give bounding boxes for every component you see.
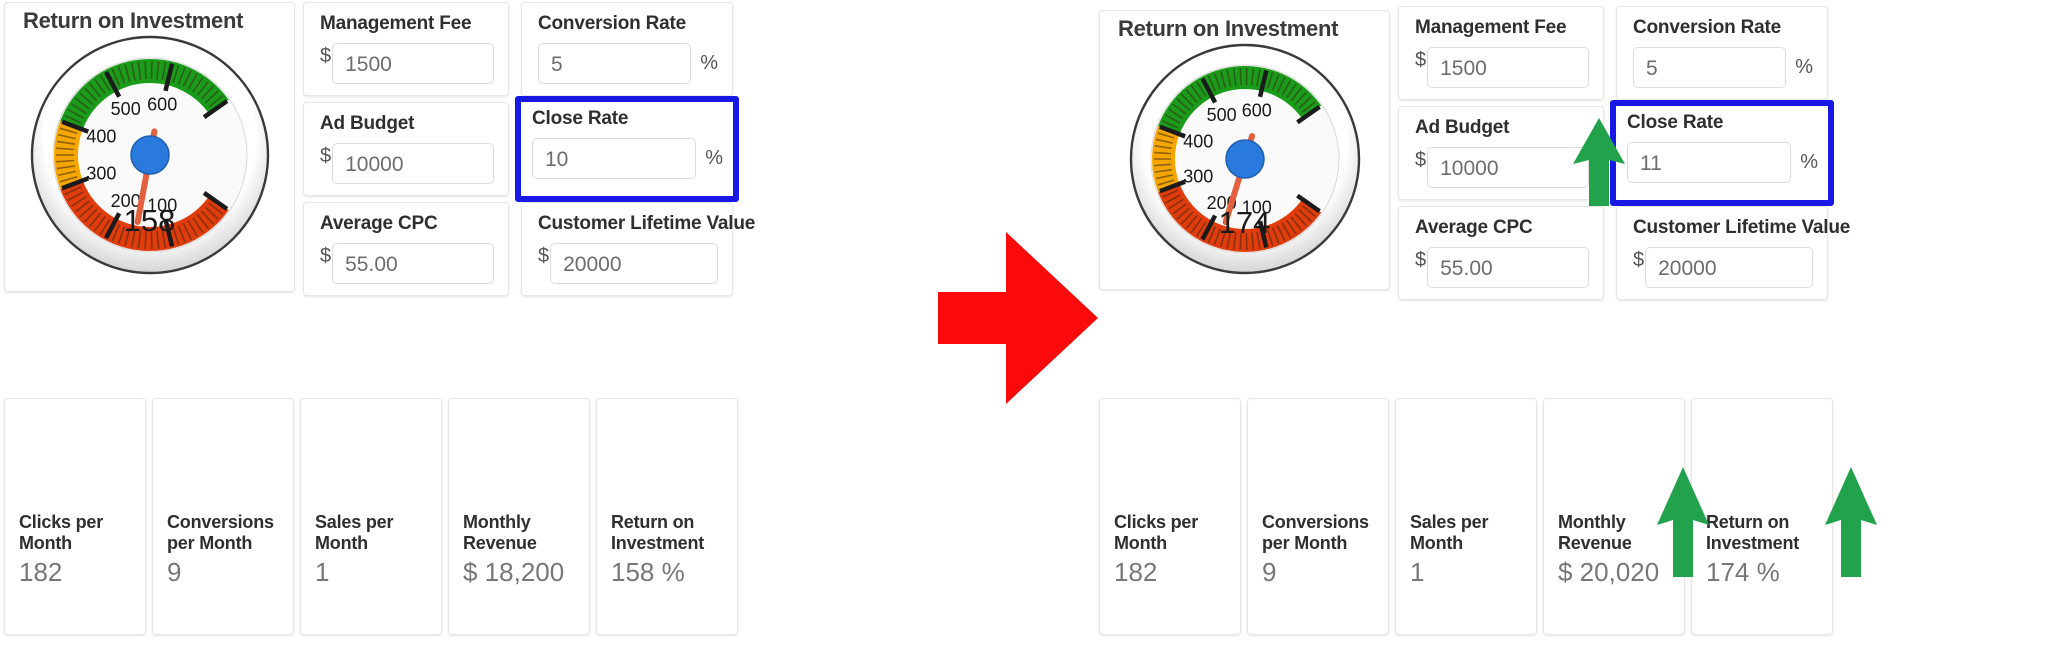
kpi-label-monthly-revenue: Monthly Revenue — [463, 512, 537, 554]
field-card-close-rate[interactable]: Close Rate 11 % — [1610, 100, 1834, 206]
gauge-svg: 100200300400500 600 — [1129, 43, 1361, 275]
field-label-close-rate: Close Rate — [532, 108, 629, 129]
roi-gauge: 100 200 300 400 500 600 — [5, 29, 294, 291]
customer-lifetime-value-input[interactable]: 20000 — [1645, 247, 1813, 288]
kpi-value-conversions-per-month: 9 — [1262, 557, 1277, 587]
svg-text:600: 600 — [147, 94, 177, 114]
percent-suffix-icon: % — [1800, 151, 1818, 173]
kpi-card-clicks-per-month: Clicks per Month 182 — [4, 398, 146, 635]
gauge-value-label: 174 — [1218, 205, 1271, 240]
kpi-card-sales-per-month: Sales per Month 1 — [1395, 398, 1537, 635]
field-card-average-cpc[interactable]: Average CPC $ 55.00 — [1398, 206, 1604, 300]
ad-budget-input[interactable]: 10000 — [1427, 147, 1589, 188]
field-label-average-cpc: Average CPC — [1415, 217, 1533, 238]
kpi-label-sales-per-month: Sales per Month — [315, 512, 394, 554]
currency-prefix-icon: $ — [1415, 149, 1427, 171]
conversion-rate-input[interactable]: 5 — [538, 43, 692, 84]
kpi-card-conversions-per-month: Conversions per Month 9 — [152, 398, 294, 635]
field-label-customer-lifetime-value: Customer Lifetime Value — [538, 213, 756, 234]
field-label-close-rate: Close Rate — [1627, 112, 1724, 133]
field-label-ad-budget: Ad Budget — [320, 113, 415, 134]
kpi-value-conversions-per-month: 9 — [167, 557, 182, 587]
kpi-label-return-on-investment: Return on Investment — [1706, 512, 1800, 554]
percent-suffix-icon: % — [1795, 56, 1813, 78]
kpi-label-clicks-per-month: Clicks per Month — [19, 512, 104, 554]
kpi-label-sales-per-month: Sales per Month — [1410, 512, 1489, 554]
kpi-value-monthly-revenue: $ 20,020 — [1558, 557, 1660, 587]
field-card-customer-lifetime-value[interactable]: Customer Lifetime Value $ 20000 — [1616, 206, 1850, 300]
field-card-conversion-rate[interactable]: Conversion Rate 5 % — [1616, 6, 1828, 100]
average-cpc-input[interactable]: 55.00 — [1427, 247, 1589, 288]
kpi-label-clicks-per-month: Clicks per Month — [1114, 512, 1199, 554]
customer-lifetime-value-input[interactable]: 20000 — [550, 243, 718, 284]
svg-text:600: 600 — [1242, 100, 1272, 120]
kpi-card-monthly-revenue: Monthly Revenue $ 18,200 — [448, 398, 590, 635]
field-card-ad-budget[interactable]: Ad Budget $ 10000 — [303, 102, 509, 196]
conversion-rate-input[interactable]: 5 — [1633, 47, 1787, 88]
currency-prefix-icon: $ — [1633, 249, 1645, 271]
kpi-value-clicks-per-month: 182 — [19, 557, 63, 587]
green-up-arrow-icon — [1573, 118, 1625, 206]
kpi-card-return-on-investment: Return on Investment 158 % — [596, 398, 738, 635]
green-up-arrow-icon — [1657, 467, 1709, 577]
field-card-customer-lifetime-value[interactable]: Customer Lifetime Value $ 20000 — [521, 202, 755, 296]
percent-suffix-icon: % — [700, 52, 718, 74]
currency-prefix-icon: $ — [1415, 49, 1427, 71]
svg-text:300: 300 — [1183, 167, 1213, 187]
kpi-value-return-on-investment: 158 % — [611, 557, 685, 587]
after-state-panel: Return on Investment 100 200 300 400 500 600 — [1095, 0, 2048, 649]
percent-suffix-icon: % — [705, 147, 723, 169]
currency-prefix-icon: $ — [1415, 249, 1427, 271]
svg-text:400: 400 — [86, 127, 116, 147]
currency-prefix-icon: $ — [320, 45, 332, 67]
management-fee-input[interactable]: 1500 — [332, 43, 494, 84]
average-cpc-input[interactable]: 55.00 — [332, 243, 494, 284]
field-label-management-fee: Management Fee — [320, 13, 472, 34]
svg-text:400: 400 — [1183, 131, 1213, 151]
field-card-management-fee[interactable]: Management Fee $ 1500 — [1398, 6, 1604, 100]
kpi-card-sales-per-month: Sales per Month 1 — [300, 398, 442, 635]
red-right-arrow-icon — [938, 232, 1098, 404]
gauge-value-label: 158 — [123, 203, 176, 238]
kpi-value-sales-per-month: 1 — [1410, 557, 1425, 587]
kpi-value-sales-per-month: 1 — [315, 557, 330, 587]
field-label-average-cpc: Average CPC — [320, 213, 438, 234]
gauge-svg: 100200300400500 600 — [30, 35, 270, 275]
roi-gauge: 100 200 300 400 500 600 — [1100, 37, 1389, 289]
kpi-card-conversions-per-month: Conversions per Month 9 — [1247, 398, 1389, 635]
kpi-value-clicks-per-month: 182 — [1114, 557, 1158, 587]
close-rate-input[interactable]: 11 — [1627, 142, 1792, 183]
roi-gauge-card: Return on Investment 100 200 300 400 500 600 — [1099, 10, 1390, 290]
currency-prefix-icon: $ — [320, 145, 332, 167]
kpi-label-conversions-per-month: Conversions per Month — [1262, 512, 1369, 554]
kpi-value-monthly-revenue: $ 18,200 — [463, 557, 565, 587]
field-card-management-fee[interactable]: Management Fee $ 1500 — [303, 2, 509, 96]
kpi-card-clicks-per-month: Clicks per Month 182 — [1099, 398, 1241, 635]
ad-budget-input[interactable]: 10000 — [332, 143, 494, 184]
svg-text:300: 300 — [86, 163, 116, 183]
green-up-arrow-icon — [1825, 467, 1877, 577]
field-label-customer-lifetime-value: Customer Lifetime Value — [1633, 217, 1851, 238]
kpi-card-return-on-investment: Return on Investment 174 % — [1691, 398, 1833, 635]
field-card-conversion-rate[interactable]: Conversion Rate 5 % — [521, 2, 733, 96]
kpi-label-conversions-per-month: Conversions per Month — [167, 512, 274, 554]
kpi-label-return-on-investment: Return on Investment — [611, 512, 705, 554]
management-fee-input[interactable]: 1500 — [1427, 47, 1589, 88]
roi-gauge-card: Return on Investment 100 200 300 400 500 600 — [4, 2, 295, 292]
field-card-average-cpc[interactable]: Average CPC $ 55.00 — [303, 202, 509, 296]
field-label-management-fee: Management Fee — [1415, 17, 1567, 38]
svg-text:500: 500 — [1207, 105, 1237, 125]
kpi-value-return-on-investment: 174 % — [1706, 557, 1780, 587]
field-label-conversion-rate: Conversion Rate — [1633, 17, 1781, 38]
field-label-ad-budget: Ad Budget — [1415, 117, 1510, 138]
svg-text:500: 500 — [111, 99, 141, 119]
before-state-panel: Return on Investment 100 200 300 400 500 600 — [0, 0, 955, 649]
field-card-close-rate[interactable]: Close Rate 10 % — [515, 96, 739, 202]
currency-prefix-icon: $ — [538, 245, 550, 267]
close-rate-input[interactable]: 10 — [532, 138, 697, 179]
field-label-conversion-rate: Conversion Rate — [538, 13, 686, 34]
currency-prefix-icon: $ — [320, 245, 332, 267]
